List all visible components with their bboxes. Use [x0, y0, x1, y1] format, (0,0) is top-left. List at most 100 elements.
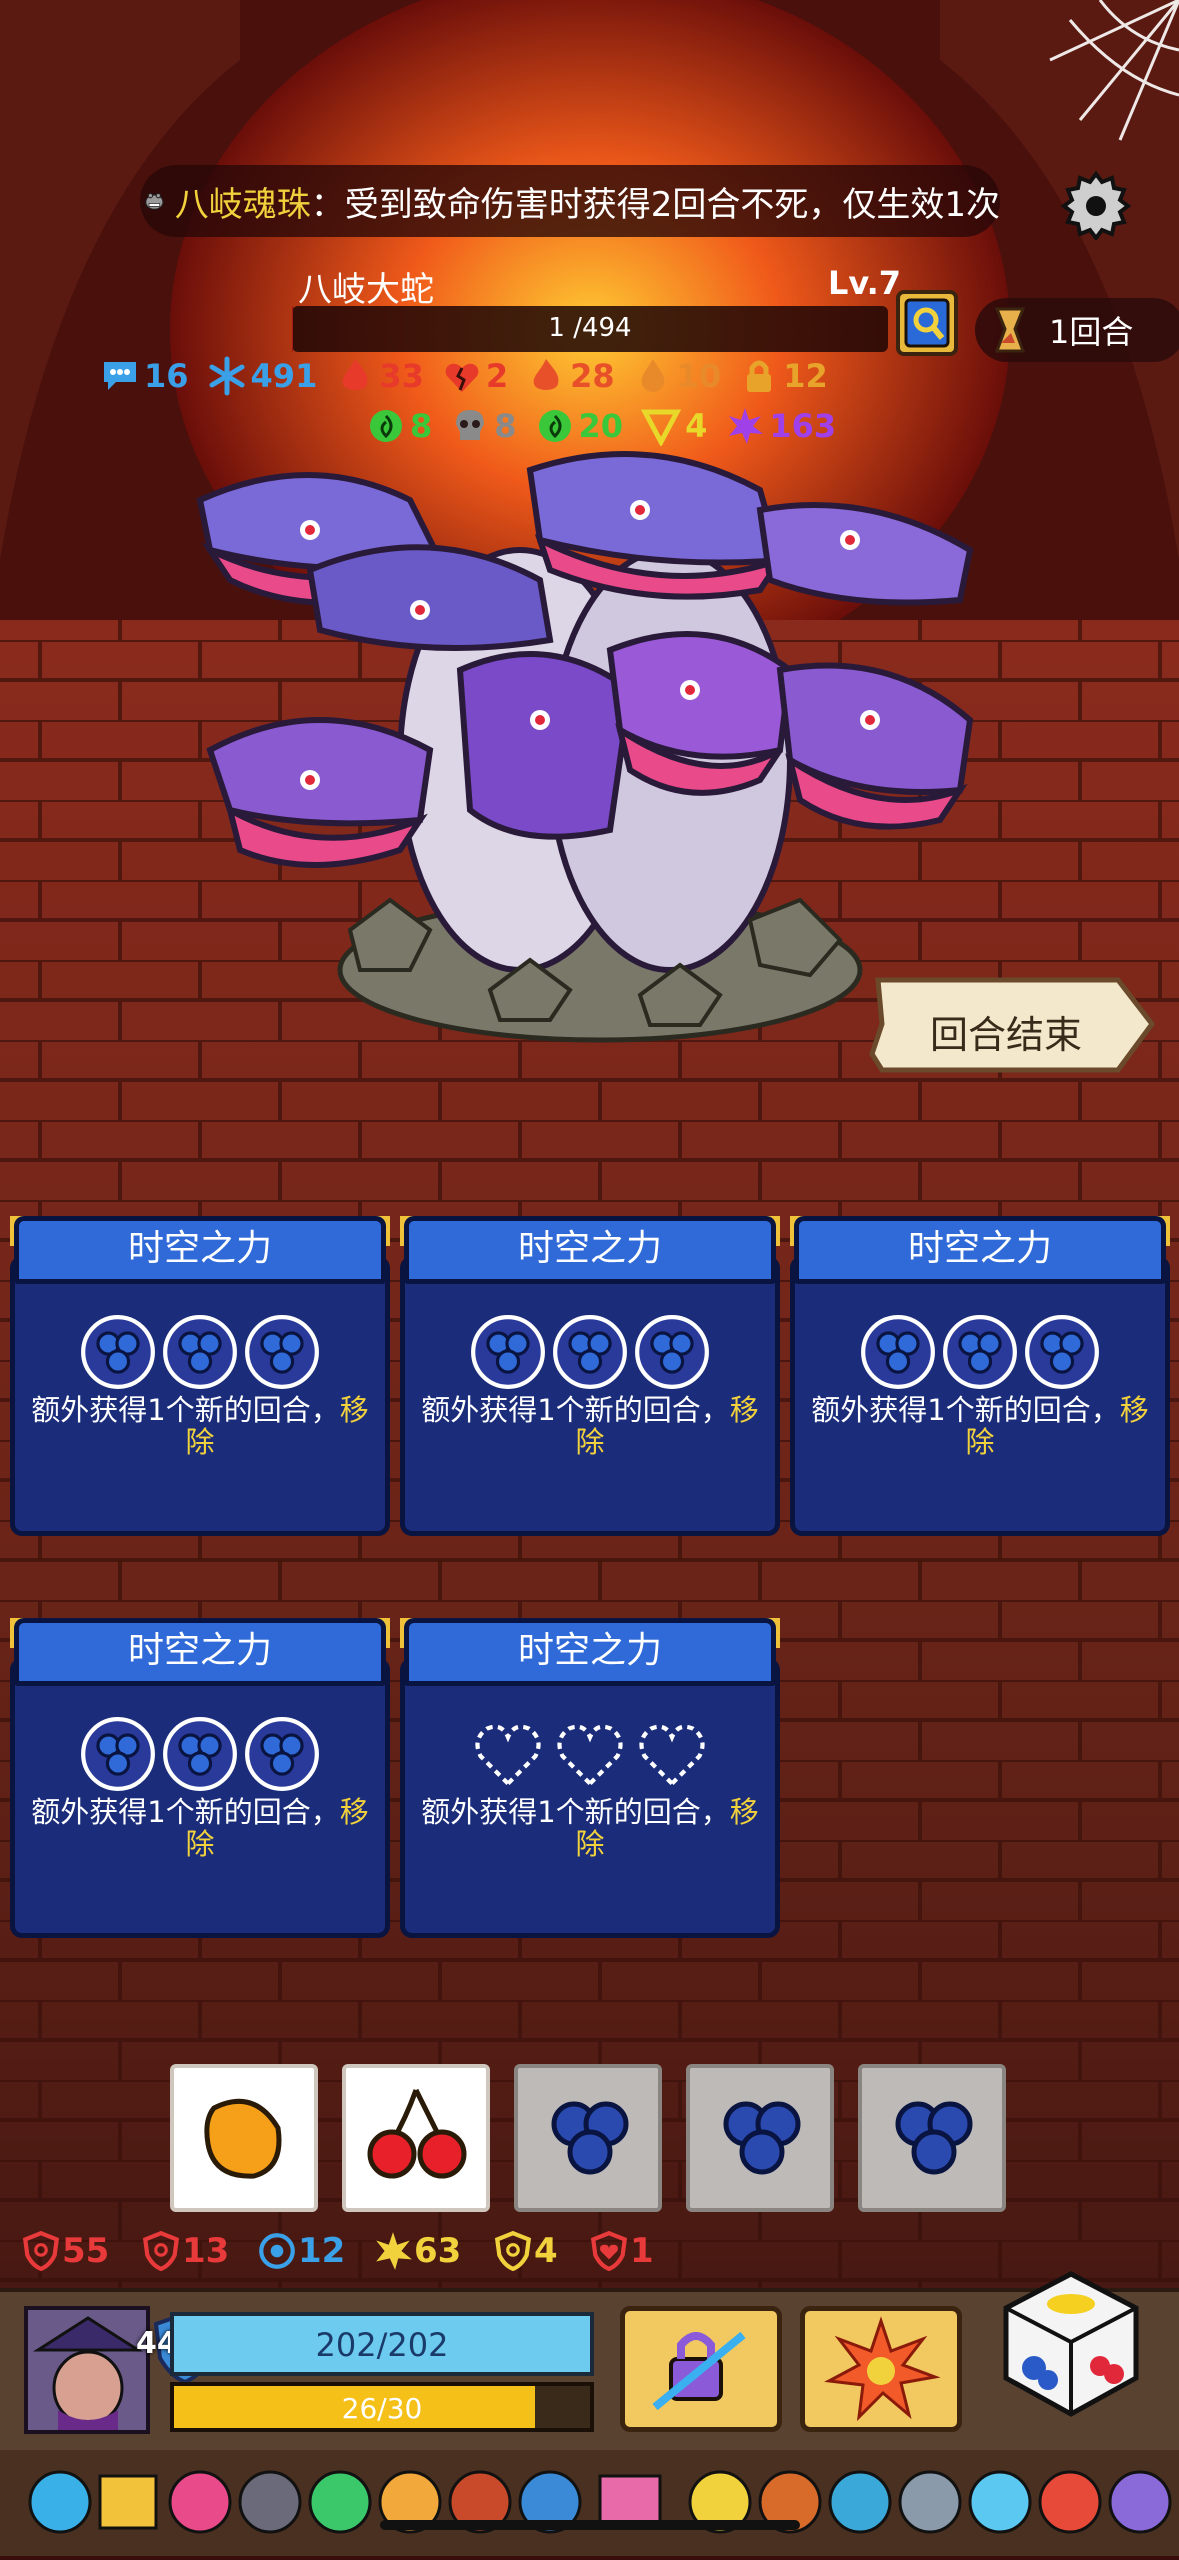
card-effect-text: 额外获得1个新的回合， — [31, 1393, 340, 1427]
player-stat-cracked-shield[interactable]: 13 — [140, 2230, 229, 2272]
card-dice-slots[interactable] — [790, 1314, 1170, 1390]
card-time-power[interactable]: 时空之力 额外获得1个新的回合，移除 — [10, 1216, 390, 1536]
padlock-icon — [747, 360, 772, 392]
card-description: 额外获得1个新的回合，移除 — [410, 1796, 770, 1860]
card-description: 额外获得1个新的回合，移除 — [410, 1394, 770, 1458]
end-turn-button[interactable]: 回合结束 — [868, 974, 1158, 1076]
target-icon — [259, 2233, 295, 2269]
dice-cherry[interactable] — [342, 2064, 490, 2212]
card-time-power[interactable]: 时空之力 额外获得1个新的回合，移除 — [400, 1216, 780, 1536]
empty-heart-slot-icon[interactable] — [634, 1716, 710, 1792]
broken-heart-icon — [445, 363, 479, 392]
fire-icon — [533, 359, 559, 390]
boss-status-row-2: 8 8 20 4 163 — [366, 406, 854, 446]
blueberry-slot-icon[interactable] — [244, 1716, 320, 1792]
player-hp-bar: 202/202 — [170, 2312, 594, 2376]
card-effect-text: 额外获得1个新的回合， — [421, 1795, 730, 1829]
boss-status-value: 8 — [410, 407, 433, 445]
boss-status-broken-heart[interactable]: 2 — [442, 356, 508, 396]
blueberry-slot-icon[interactable] — [80, 1314, 156, 1390]
card-dice-slots[interactable] — [10, 1716, 390, 1792]
padlock-skill-icon — [652, 2331, 746, 2411]
thorn-icon — [370, 410, 402, 442]
dice-blueberry[interactable] — [686, 2064, 834, 2212]
cracked-shield-icon — [142, 2230, 180, 2272]
boss-status-poison-swirl[interactable]: 20 — [535, 406, 623, 446]
turn-label: 1回合 — [1049, 313, 1134, 351]
card-effect-text: 额外获得1个新的回合， — [421, 1393, 730, 1427]
hydra-monster[interactable] — [190, 430, 1010, 1050]
home-indicator[interactable] — [380, 2520, 800, 2530]
player-stat-star-burst[interactable]: 63 — [372, 2230, 461, 2272]
boss-status-padlock[interactable]: 12 — [739, 356, 828, 396]
boss-status-flame[interactable]: 33 — [335, 356, 424, 396]
boss-status-value: 16 — [144, 357, 189, 395]
player-stat-value: 13 — [182, 2231, 230, 2271]
boss-status-speech-bubble[interactable]: 16 — [100, 356, 189, 396]
wizard-portrait-icon — [28, 2310, 146, 2430]
player-mana-text: 26/30 — [341, 2392, 423, 2425]
boss-status-value: 2 — [485, 357, 509, 395]
blueberry-slot-icon[interactable] — [162, 1716, 238, 1792]
boss-status-triangle[interactable]: 4 — [641, 406, 707, 446]
boss-status-droplet[interactable]: 10 — [633, 356, 721, 396]
blueberry-slot-icon[interactable] — [162, 1314, 238, 1390]
boss-status-skull[interactable]: 8 — [450, 406, 517, 446]
swirl-shield-icon — [22, 2230, 60, 2272]
blueberry-slot-icon[interactable] — [470, 1314, 546, 1390]
card-dice-slots[interactable] — [10, 1314, 390, 1390]
card-title: 时空之力 — [404, 1618, 776, 1686]
poison-swirl-icon — [538, 410, 571, 442]
boss-status-row-1: 16 491 33 2 28 10 12 — [100, 356, 846, 396]
card-dice-slots[interactable] — [400, 1314, 780, 1390]
card-time-power[interactable]: 时空之力额外获得1个新的回合，移除 — [10, 1618, 390, 1938]
card-effect-text: 额外获得1个新的回合， — [31, 1795, 340, 1829]
settings-gear-icon[interactable] — [1060, 168, 1132, 240]
dice-orange-fruit[interactable] — [170, 2064, 318, 2212]
roll-dice-button[interactable] — [996, 2268, 1146, 2418]
snowflake-icon — [209, 356, 245, 396]
monster-codex-button[interactable] — [896, 290, 958, 356]
card-time-power[interactable]: 时空之力 额外获得1个新的回合，移除 — [790, 1216, 1170, 1536]
boss-status-thorn[interactable]: 8 — [366, 406, 432, 446]
player-stat-value: 63 — [414, 2231, 462, 2271]
boss-status-splat[interactable]: 163 — [725, 406, 836, 446]
player-stat-swirl-shield[interactable]: 55 — [20, 2230, 109, 2272]
blueberry-slot-icon[interactable] — [552, 1314, 628, 1390]
card-description: 额外获得1个新的回合，移除 — [20, 1796, 380, 1860]
boss-status-value: 28 — [570, 357, 615, 395]
dice-blueberry[interactable] — [514, 2064, 662, 2212]
star-burst-icon — [376, 2232, 412, 2270]
empty-heart-slot-icon[interactable] — [470, 1716, 546, 1792]
blueberry-slot-icon[interactable] — [1024, 1314, 1100, 1390]
card-title: 时空之力 — [14, 1618, 386, 1686]
explosion-icon — [824, 2316, 941, 2422]
player-stat-value: 1 — [630, 2231, 654, 2271]
turn-counter: 1回合 — [975, 298, 1179, 362]
card-description: 额外获得1个新的回合，移除 — [20, 1394, 380, 1458]
relic-inventory-bar[interactable] — [0, 2450, 1179, 2556]
player-stat-target[interactable]: 12 — [256, 2230, 345, 2272]
dice-blueberry[interactable] — [858, 2064, 1006, 2212]
card-effect-text: 额外获得1个新的回合， — [811, 1393, 1120, 1427]
boss-level: Lv.7 — [828, 264, 902, 302]
boss-name: 八岐大蛇 — [298, 270, 434, 310]
empty-heart-slot-icon[interactable] — [552, 1716, 628, 1792]
blueberry-slot-icon[interactable] — [860, 1314, 936, 1390]
gold-shield-icon — [494, 2230, 532, 2272]
player-stat-heart-shield[interactable]: 1 — [588, 2230, 654, 2272]
blueberry-slot-icon[interactable] — [634, 1314, 710, 1390]
explosion-skill-button[interactable] — [800, 2306, 962, 2432]
end-turn-label: 回合结束 — [930, 1013, 1083, 1057]
player-avatar[interactable] — [24, 2306, 150, 2434]
card-time-power[interactable]: 时空之力额外获得1个新的回合，移除 — [400, 1618, 780, 1938]
boss-status-fire[interactable]: 28 — [526, 356, 615, 396]
blueberry-slot-icon[interactable] — [80, 1716, 156, 1792]
boss-status-snowflake[interactable]: 491 — [207, 356, 317, 396]
blueberry-slot-icon[interactable] — [244, 1314, 320, 1390]
lock-skill-button[interactable] — [620, 2306, 782, 2432]
player-stat-gold-shield[interactable]: 4 — [492, 2230, 558, 2272]
blueberry-slot-icon[interactable] — [942, 1314, 1018, 1390]
card-dice-slots[interactable] — [400, 1716, 780, 1792]
boss-status-value: 33 — [379, 357, 424, 395]
